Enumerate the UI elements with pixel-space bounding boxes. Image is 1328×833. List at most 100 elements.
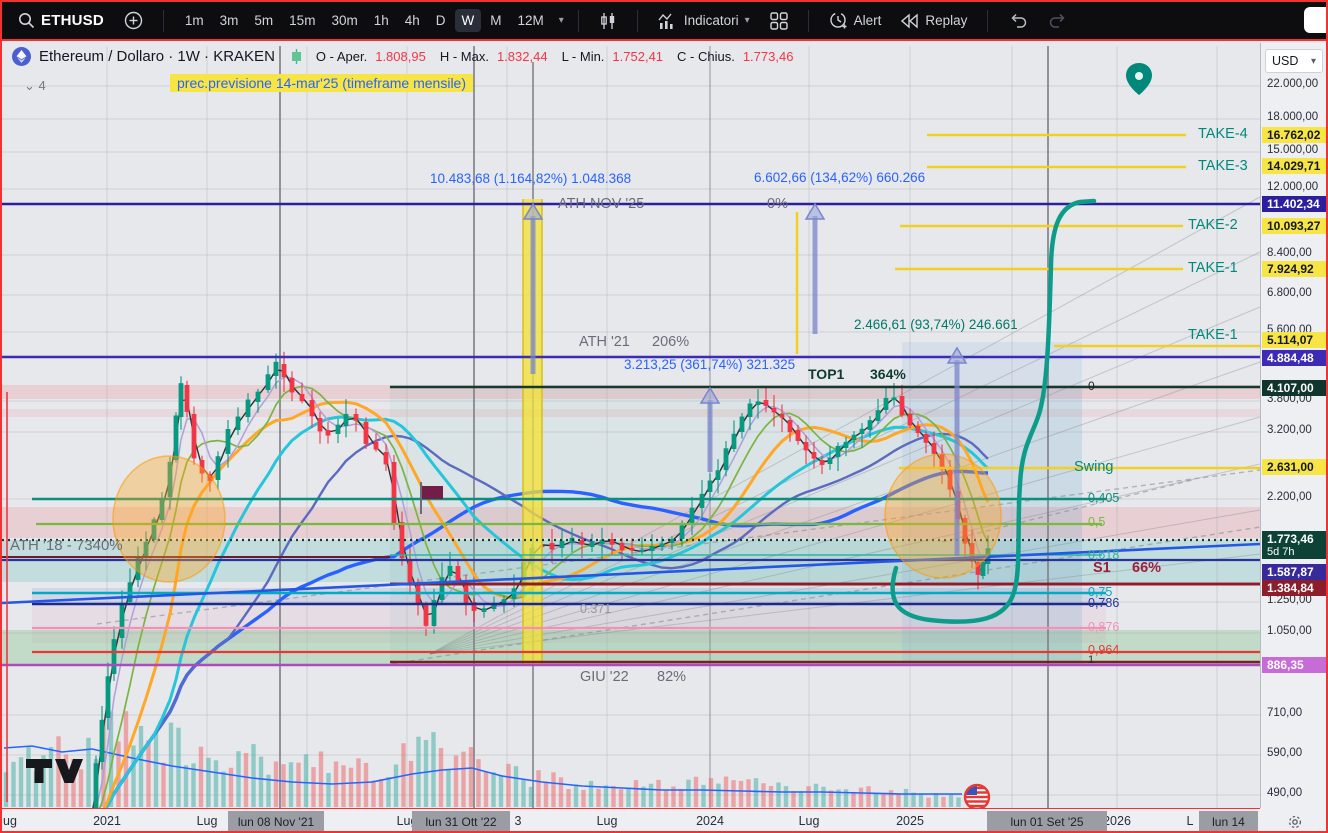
indicators-icon — [658, 12, 678, 30]
trading-app-window: ETHUSD 1m3m5m15m30m1h4hDWM12M ▾ Indicato… — [0, 0, 1328, 833]
price-tick: 3.200,00 — [1267, 424, 1312, 436]
timeframe-W[interactable]: W — [455, 9, 482, 32]
replay-rewind-icon — [901, 13, 919, 29]
redo-icon — [1048, 13, 1068, 29]
timeframe-D[interactable]: D — [429, 9, 453, 32]
redo-button[interactable] — [1042, 9, 1074, 33]
high-label: H - Max. — [440, 49, 489, 64]
gear-icon — [1287, 814, 1303, 830]
forecast-note-label[interactable]: prec.previsione 14-mar'25 (timeframe men… — [170, 74, 473, 92]
search-icon — [18, 12, 35, 29]
price-label: 1.773,465d 7h — [1262, 531, 1328, 559]
symbol-name: ETHUSD — [41, 12, 104, 29]
currency-label: USD — [1272, 54, 1298, 68]
timeframe-15m[interactable]: 15m — [282, 9, 322, 32]
chart-legend: Ethereum / Dollaro · 1W · KRAKEN O - Ape… — [12, 47, 793, 66]
time-tick: Lug — [799, 814, 820, 828]
currency-chevron-down-icon: ▾ — [1311, 56, 1316, 67]
ethereum-icon — [12, 47, 31, 66]
price-tick: 12.000,00 — [1267, 181, 1318, 193]
price-label: 4.107,00 — [1262, 380, 1328, 396]
symbol-search-button[interactable]: ETHUSD — [12, 8, 110, 33]
chart-style-button[interactable] — [593, 8, 623, 34]
price-label: 10.093,27 — [1262, 218, 1328, 234]
price-label: 14.029,71 — [1262, 158, 1328, 174]
timeframe-3m[interactable]: 3m — [213, 9, 246, 32]
alert-label: Alert — [854, 13, 882, 28]
candlestick-icon — [599, 12, 617, 30]
open-value: 1.808,95 — [375, 49, 426, 64]
timeframe-1m[interactable]: 1m — [178, 9, 211, 32]
close-value: 1.773,46 — [743, 49, 794, 64]
price-chart-canvas[interactable] — [2, 2, 1328, 833]
timeframe-row: 1m3m5m15m30m1h4hDWM12M — [178, 9, 551, 32]
toolbar-divider — [163, 10, 164, 32]
timeframe-30m[interactable]: 30m — [324, 9, 364, 32]
time-tick: L — [1187, 814, 1194, 828]
timeframe-M[interactable]: M — [483, 9, 508, 32]
replay-label: Replay — [925, 13, 967, 28]
toolbar-divider — [637, 10, 638, 32]
price-scale[interactable]: USD ▾ 22.000,0018.000,0015.000,0012.000,… — [1260, 43, 1328, 808]
price-tick: 590,00 — [1267, 747, 1302, 759]
undo-button[interactable] — [1002, 9, 1034, 33]
price-tick: 15.000,00 — [1267, 144, 1318, 156]
timeframe-4h[interactable]: 4h — [398, 9, 427, 32]
price-label: 16.762,02 — [1262, 127, 1328, 143]
toolbar-divider — [987, 10, 988, 32]
price-label: 1.384,84 — [1262, 580, 1328, 596]
time-marker-label: lun 08 Nov '21 — [228, 811, 324, 832]
low-value: 1.752,41 — [612, 49, 663, 64]
price-tick: 490,00 — [1267, 787, 1302, 799]
price-tick: 8.400,00 — [1267, 247, 1312, 259]
price-tick: 2.200,00 — [1267, 491, 1312, 503]
price-tick: 710,00 — [1267, 707, 1302, 719]
price-label: 2.631,00 — [1262, 459, 1328, 475]
timeframe-5m[interactable]: 5m — [247, 9, 280, 32]
time-tick: ug — [3, 814, 17, 828]
symbol-title[interactable]: Ethereum / Dollaro · 1W · KRAKEN — [39, 48, 275, 65]
toolbar-divider — [578, 10, 579, 32]
timeframe-12M[interactable]: 12M — [511, 9, 551, 32]
price-tick: 1.250,00 — [1267, 594, 1312, 606]
object-tree-toggle[interactable]: ⌄ 4 — [24, 78, 46, 94]
alert-clock-icon — [829, 11, 848, 30]
bar-change-icon — [291, 49, 302, 64]
price-label: 886,35 — [1262, 657, 1328, 673]
time-tick: 3 — [515, 814, 522, 828]
low-label: L - Min. — [562, 49, 605, 64]
price-label: 5.114,07 — [1262, 332, 1328, 348]
high-value: 1.832,44 — [497, 49, 548, 64]
object-count: 4 — [39, 78, 46, 93]
open-label: O - Aper. — [316, 49, 367, 64]
price-tick: 18.000,00 — [1267, 111, 1318, 123]
price-label: 7.924,92 — [1262, 261, 1328, 277]
indicators-label: Indicatori — [684, 13, 739, 28]
compare-add-button[interactable] — [118, 7, 149, 34]
indicators-button[interactable]: Indicatori ▾ — [652, 8, 756, 34]
time-tick: 2024 — [696, 814, 724, 828]
layout-grid-button[interactable] — [764, 8, 794, 34]
axis-settings-corner[interactable] — [1260, 808, 1328, 833]
time-tick: Lug — [597, 814, 618, 828]
time-tick: 2025 — [896, 814, 924, 828]
price-label: 11.402,34 — [1262, 196, 1328, 212]
replay-button[interactable]: Replay — [895, 9, 973, 33]
alert-button[interactable]: Alert — [823, 7, 888, 34]
price-tick: 1.050,00 — [1267, 625, 1312, 637]
price-tick: 6.800,00 — [1267, 287, 1312, 299]
currency-dropdown[interactable]: USD ▾ — [1265, 49, 1323, 73]
time-axis[interactable]: ug2021LugLug3Lug2024Lug20252026Llun 08 N… — [2, 808, 1260, 833]
plus-circle-icon — [124, 11, 143, 30]
top-toolbar: ETHUSD 1m3m5m15m30m1h4hDWM12M ▾ Indicato… — [2, 2, 1326, 41]
timeframe-1h[interactable]: 1h — [367, 9, 396, 32]
layout-grid-icon — [770, 12, 788, 30]
time-marker-label: lun 14 — [1199, 811, 1258, 832]
price-label: 4.884,48 — [1262, 350, 1328, 366]
panel-toggle-button[interactable] — [1304, 7, 1328, 33]
timeframe-chevron-down-icon[interactable]: ▾ — [559, 15, 564, 26]
undo-icon — [1008, 13, 1028, 29]
time-tick: 2021 — [93, 814, 121, 828]
time-marker-label: lun 31 Ott '22 — [412, 811, 510, 832]
toolbar-divider — [808, 10, 809, 32]
